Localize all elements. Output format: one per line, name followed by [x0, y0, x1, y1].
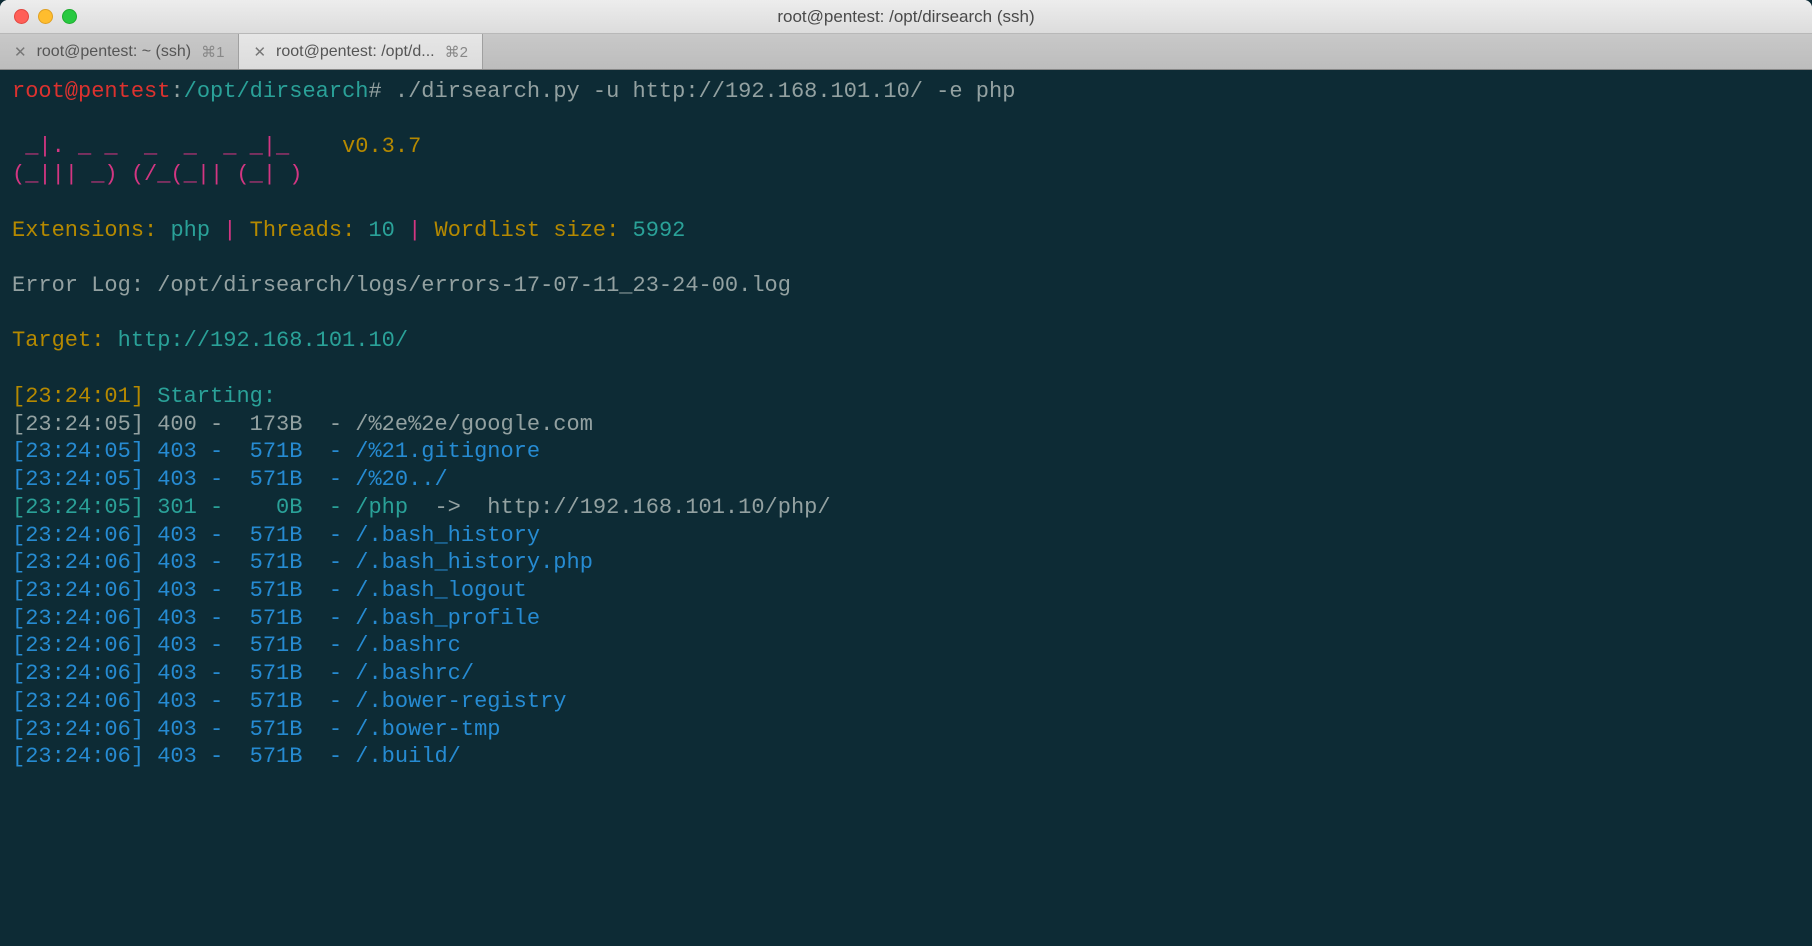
- tab-1[interactable]: ✕ root@pentest: /opt/d... ⌘2: [239, 34, 482, 69]
- result-row: [23:24:05] 400 - 173B - /%2e%2e/google.c…: [12, 412, 593, 437]
- wordlist-value: 5992: [633, 218, 686, 243]
- result-row: [23:24:05] 403 - 571B - /%21.gitignore: [12, 439, 540, 464]
- result-row: [23:24:06] 403 - 571B - /.bower-tmp: [12, 717, 500, 742]
- close-icon[interactable]: ✕: [253, 43, 266, 61]
- terminal-window: root@pentest: /opt/dirsearch (ssh) ✕ root…: [0, 0, 1812, 946]
- banner-line-2: (_||| _) (/_(_|| (_| ): [12, 162, 302, 187]
- result-row: [23:24:06] 403 - 571B - /.bower-registry: [12, 689, 567, 714]
- tab-bar: ✕ root@pentest: ~ (ssh) ⌘1 ✕ root@pentest: /…: [0, 34, 1812, 70]
- tab-shortcut: ⌘2: [445, 43, 468, 61]
- result-row: [23:24:06] 403 - 571B - /.bash_logout: [12, 578, 527, 603]
- result-row: [23:24:06] 403 - 571B - /.bashrc/: [12, 661, 474, 686]
- result-row: [23:24:05] 403 - 571B - /%20../: [12, 467, 448, 492]
- prompt-colon: :: [170, 79, 183, 104]
- result-row: [23:24:06] 403 - 571B - /.bashrc: [12, 633, 461, 658]
- result-rows: [23:24:05] 400 - 173B - /%2e%2e/google.c…: [12, 412, 831, 770]
- target-url: http://192.168.101.10/: [118, 328, 408, 353]
- redirect-target: -> http://192.168.101.10/php/: [408, 495, 830, 520]
- tab-0[interactable]: ✕ root@pentest: ~ (ssh) ⌘1: [0, 34, 239, 69]
- prompt-path: /opt/dirsearch: [184, 79, 369, 104]
- target-label: Target:: [12, 328, 104, 353]
- result-row: [23:24:05] 301 - 0B - /php: [12, 495, 408, 520]
- prompt-user-host: root@pentest: [12, 79, 170, 104]
- minimize-icon[interactable]: [38, 9, 53, 24]
- result-row: [23:24:06] 403 - 571B - /.bash_history.p…: [12, 550, 593, 575]
- start-text: Starting:: [157, 384, 276, 409]
- window-title: root@pentest: /opt/dirsearch (ssh): [0, 7, 1812, 27]
- tab-label: root@pentest: /opt/d...: [276, 43, 435, 61]
- threads-value: 10: [368, 218, 394, 243]
- result-row: [23:24:06] 403 - 571B - /.bash_profile: [12, 606, 540, 631]
- close-icon[interactable]: [14, 9, 29, 24]
- separator-2: |: [408, 218, 421, 243]
- errorlog-path: /opt/dirsearch/logs/errors-17-07-11_23-2…: [157, 273, 791, 298]
- tab-shortcut: ⌘1: [201, 43, 224, 61]
- extensions-label: Extensions:: [12, 218, 157, 243]
- start-time: [23:24:01]: [12, 384, 144, 409]
- wordlist-label: Wordlist size:: [435, 218, 620, 243]
- terminal-body[interactable]: root@pentest:/opt/dirsearch# ./dirsearch…: [0, 70, 1812, 946]
- prompt-symbol: #: [368, 79, 381, 104]
- banner-version: v0.3.7: [342, 134, 421, 159]
- result-row: [23:24:06] 403 - 571B - /.bash_history: [12, 523, 540, 548]
- errorlog-label: Error Log:: [12, 273, 144, 298]
- close-icon[interactable]: ✕: [14, 43, 27, 61]
- threads-label: Threads:: [250, 218, 356, 243]
- result-row: [23:24:06] 403 - 571B - /.build/: [12, 744, 461, 769]
- traffic-lights: [0, 9, 77, 24]
- titlebar: root@pentest: /opt/dirsearch (ssh): [0, 0, 1812, 34]
- separator-1: |: [223, 218, 236, 243]
- maximize-icon[interactable]: [62, 9, 77, 24]
- extensions-value: php: [170, 218, 210, 243]
- prompt-command: ./dirsearch.py -u http://192.168.101.10/…: [395, 79, 1016, 104]
- tab-label: root@pentest: ~ (ssh): [37, 43, 192, 61]
- banner-line-1: _|. _ _ _ _ _ _|_: [12, 134, 289, 159]
